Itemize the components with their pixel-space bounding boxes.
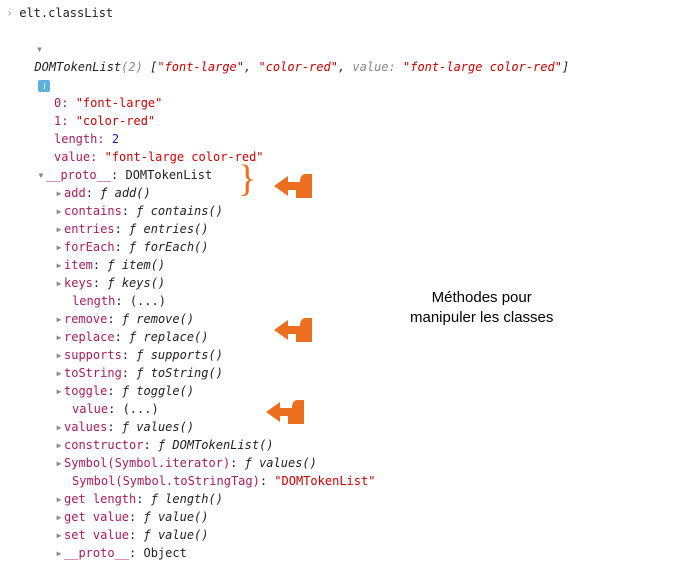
chevron-right-icon[interactable]: ▸	[54, 454, 64, 472]
console-input[interactable]: elt.classList	[6, 4, 675, 22]
prop-row[interactable]: value: (...)	[6, 400, 675, 418]
method-row[interactable]: ▸forEach: ƒ forEach()	[6, 238, 675, 256]
method-row[interactable]: ▸Symbol(Symbol.iterator): ƒ values()	[6, 454, 675, 472]
proto-row[interactable]: ▸__proto__: Object	[6, 544, 675, 562]
prop-row[interactable]: 1: "color-red"	[6, 112, 675, 130]
method-row[interactable]: ▸supports: ƒ supports()	[6, 346, 675, 364]
brace-icon: }	[238, 160, 256, 198]
method-row[interactable]: ▸set value: ƒ value()	[6, 526, 675, 544]
method-row[interactable]: ▸toggle: ƒ toggle()	[6, 382, 675, 400]
method-row[interactable]: ▸get length: ƒ length()	[6, 490, 675, 508]
method-row[interactable]: ▸replace: ƒ replace()	[6, 328, 675, 346]
chevron-right-icon[interactable]: ▸	[54, 508, 64, 526]
method-row[interactable]: ▸values: ƒ values()	[6, 418, 675, 436]
chevron-right-icon[interactable]: ▸	[54, 220, 64, 238]
chevron-right-icon[interactable]: ▸	[54, 382, 64, 400]
chevron-right-icon[interactable]: ▸	[54, 184, 64, 202]
method-row[interactable]: ▸constructor: ƒ DOMTokenList()	[6, 436, 675, 454]
pointer-left-icon	[270, 312, 316, 348]
method-row[interactable]: ▸keys: ƒ keys()	[6, 274, 675, 292]
method-row[interactable]: ▸entries: ƒ entries()	[6, 220, 675, 238]
result-header[interactable]: ▾ DOMTokenList(2) ["font-large", "color-…	[6, 22, 675, 94]
object-type: DOMTokenList	[34, 60, 121, 74]
method-row[interactable]: ▸get value: ƒ value()	[6, 508, 675, 526]
chevron-right-icon[interactable]: ▸	[54, 346, 64, 364]
pointer-left-icon	[262, 394, 308, 430]
method-row[interactable]: ▸remove: ƒ remove()	[6, 310, 675, 328]
method-row[interactable]: ▸contains: ƒ contains()	[6, 202, 675, 220]
chevron-right-icon[interactable]: ▸	[54, 526, 64, 544]
method-row[interactable]: ▸item: ƒ item()	[6, 256, 675, 274]
prop-row[interactable]: 0: "font-large"	[6, 94, 675, 112]
chevron-right-icon[interactable]: ▸	[54, 328, 64, 346]
chevron-down-icon[interactable]: ▾	[36, 166, 46, 184]
chevron-right-icon[interactable]: ▸	[54, 202, 64, 220]
chevron-right-icon[interactable]: ▸	[54, 418, 64, 436]
prop-row[interactable]: Symbol(Symbol.toStringTag): "DOMTokenLis…	[6, 472, 675, 490]
chevron-right-icon[interactable]: ▸	[54, 238, 64, 256]
chevron-right-icon[interactable]: ▸	[54, 274, 64, 292]
prop-row[interactable]: length: (...)	[6, 292, 675, 310]
expand-toggle-icon[interactable]: ▾	[34, 40, 44, 58]
prop-row[interactable]: value: "font-large color-red"	[6, 148, 675, 166]
prop-row[interactable]: length: 2	[6, 130, 675, 148]
chevron-right-icon[interactable]: ▸	[54, 544, 64, 562]
chevron-right-icon[interactable]: ▸	[54, 364, 64, 382]
chevron-right-icon[interactable]: ▸	[54, 256, 64, 274]
method-row[interactable]: ▸toString: ƒ toString()	[6, 364, 675, 382]
pointer-left-icon	[270, 168, 316, 204]
annotation-text: Méthodes pour manipuler les classes	[410, 288, 553, 328]
proto-row[interactable]: ▾__proto__: DOMTokenList	[6, 166, 675, 184]
info-icon[interactable]: i	[38, 80, 50, 92]
chevron-right-icon[interactable]: ▸	[54, 436, 64, 454]
chevron-right-icon[interactable]: ▸	[54, 310, 64, 328]
chevron-right-icon[interactable]: ▸	[54, 490, 64, 508]
method-row[interactable]: ▸add: ƒ add()	[6, 184, 675, 202]
